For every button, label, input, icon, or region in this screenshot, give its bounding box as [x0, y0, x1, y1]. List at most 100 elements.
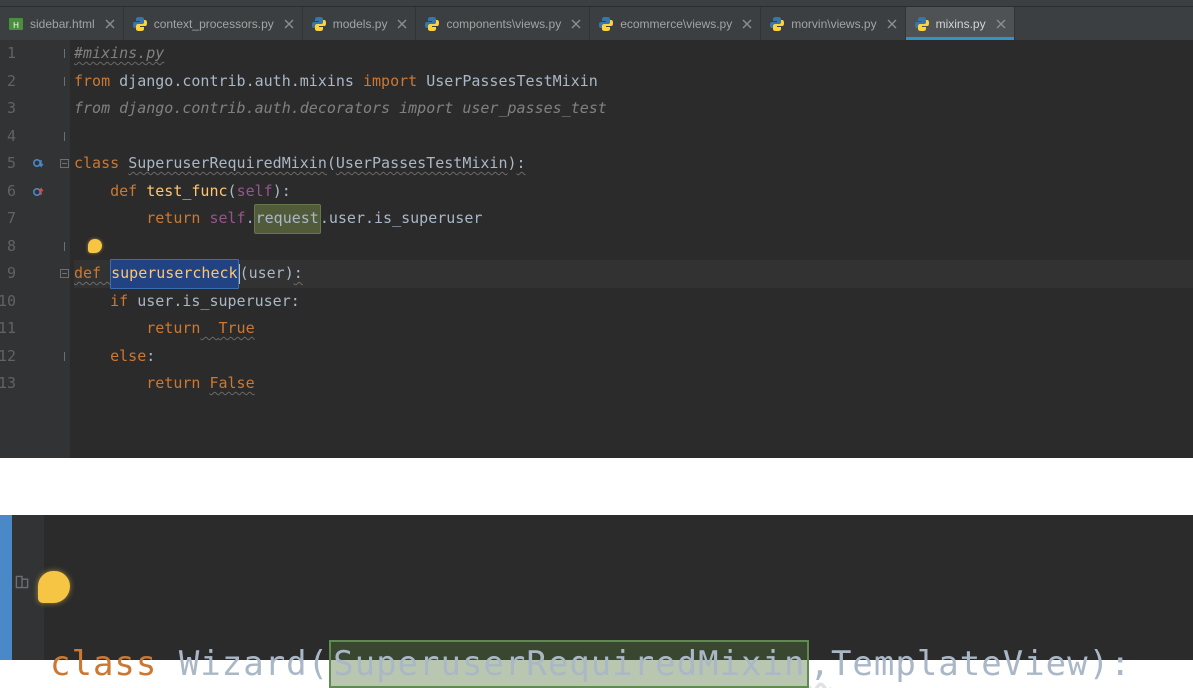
- line-number[interactable]: 10: [0, 288, 48, 316]
- code-token: def: [74, 260, 110, 288]
- code-token: return: [146, 315, 200, 343]
- code-token: UserPassesTestMixin: [336, 150, 508, 178]
- tab-label: components\views.py: [446, 17, 561, 31]
- code-token: self: [209, 205, 245, 233]
- code-token: self: [237, 178, 273, 206]
- code-line[interactable]: [74, 233, 1193, 261]
- close-tab-icon[interactable]: [103, 17, 117, 31]
- line-number-value: 2: [0, 68, 16, 96]
- code-token: #mixins.py: [74, 40, 164, 68]
- code-line[interactable]: #mixins.py: [74, 40, 1193, 68]
- close-tab-icon[interactable]: [569, 17, 583, 31]
- line-number-value: 7: [0, 205, 16, 233]
- tab-morvin-views-py[interactable]: morvin\views.py: [761, 7, 905, 40]
- line-number[interactable]: 1: [0, 40, 48, 68]
- code-line[interactable]: if user.is_superuser:: [74, 288, 1193, 316]
- intention-bulb-icon[interactable]: [88, 239, 102, 253]
- close-tab-icon[interactable]: [994, 17, 1008, 31]
- code-token: if: [110, 288, 137, 316]
- tab-context_processors-py[interactable]: context_processors.py: [124, 7, 303, 40]
- python-file-icon: [424, 16, 440, 32]
- code-token: def: [110, 178, 146, 206]
- line-number-value: 8: [0, 233, 16, 261]
- line-number[interactable]: 13: [0, 370, 48, 398]
- line-number-value: 3: [0, 95, 16, 123]
- line-number[interactable]: 2: [0, 68, 48, 96]
- line-number[interactable]: 12: [0, 343, 48, 371]
- line-number-value: 10: [0, 288, 16, 316]
- line-number[interactable]: 4: [0, 123, 48, 151]
- code-token: (: [228, 178, 237, 206]
- code-line[interactable]: def test_func(self):: [74, 178, 1193, 206]
- fold-toggle-icon[interactable]: [58, 123, 70, 151]
- code-line[interactable]: from django.contrib.auth.decorators impo…: [74, 95, 1193, 123]
- overrides-icon[interactable]: [32, 158, 44, 170]
- tab-ecommerce-views-py[interactable]: ecommerce\views.py: [590, 7, 761, 40]
- fold-toggle-icon[interactable]: [58, 150, 70, 178]
- line-number[interactable]: 7: [0, 205, 48, 233]
- code-token: user_passes_test: [462, 95, 607, 123]
- code-token: SuperuserRequiredMixin: [329, 640, 809, 688]
- tab-components-views-py[interactable]: components\views.py: [416, 7, 590, 40]
- tab-mixins-py[interactable]: mixins.py: [906, 7, 1015, 40]
- close-tab-icon[interactable]: [395, 17, 409, 31]
- code-token: (user): [240, 260, 294, 288]
- tab-models-py[interactable]: models.py: [303, 7, 417, 40]
- code-token: True: [219, 315, 255, 343]
- line-number[interactable]: 9: [0, 260, 48, 288]
- tab-bar: sidebar.html context_processors.py models.…: [0, 7, 1193, 40]
- code-line[interactable]: return True: [74, 315, 1193, 343]
- code-token: test_func: [146, 178, 227, 206]
- code-token: [74, 370, 146, 398]
- fold-toggle-icon[interactable]: [58, 40, 70, 68]
- code-line[interactable]: [74, 123, 1193, 151]
- python-file-icon: [914, 16, 930, 32]
- intention-bulb-icon[interactable]: [38, 571, 70, 603]
- close-tab-icon[interactable]: [740, 17, 754, 31]
- tab-sidebar-html[interactable]: sidebar.html: [0, 7, 124, 40]
- line-number-value: 9: [0, 260, 16, 288]
- code-token: from: [74, 68, 119, 96]
- fold-toggle-icon[interactable]: [58, 260, 70, 288]
- overridden-icon[interactable]: [32, 185, 44, 197]
- code-token: request: [254, 204, 321, 234]
- code-area[interactable]: #mixins.pyfrom django.contrib.auth.mixin…: [70, 40, 1193, 458]
- line-number[interactable]: 6: [0, 178, 48, 206]
- code-token: superusercheck: [110, 259, 238, 289]
- python-file-icon: [598, 16, 614, 32]
- line-number[interactable]: 3: [0, 95, 48, 123]
- code-line[interactable]: from django.contrib.auth.mixins import U…: [74, 68, 1193, 96]
- line-number-value: 5: [0, 150, 16, 178]
- code-line[interactable]: return False: [74, 370, 1193, 398]
- code-editor[interactable]: 12345678910111213 #mixins.pyfrom django.…: [0, 40, 1193, 458]
- fold-toggle-icon[interactable]: [58, 68, 70, 96]
- code-token: ): [508, 150, 517, 178]
- code-token: [74, 343, 110, 371]
- fold-strip[interactable]: [58, 40, 70, 458]
- close-tab-icon[interactable]: [885, 17, 899, 31]
- code-token: import: [363, 68, 426, 96]
- code-line[interactable]: class SuperuserRequiredMixin(UserPassesT…: [74, 150, 1193, 178]
- image-gap: [0, 458, 1193, 515]
- line-number-gutter: 12345678910111213: [0, 40, 58, 458]
- code-token: ):: [273, 178, 291, 206]
- code-line[interactable]: return self.request.user.is_superuser: [74, 205, 1193, 233]
- code-line[interactable]: def superusercheck(user):: [74, 260, 1193, 288]
- code-line[interactable]: else:: [74, 343, 1193, 371]
- close-tab-icon[interactable]: [282, 17, 296, 31]
- editor-pane-bottom: class Wizard(SuperuserRequiredMixin,Temp…: [0, 515, 1193, 660]
- code-token: [74, 315, 146, 343]
- line-number[interactable]: 5: [0, 150, 48, 178]
- code-token: SuperuserRequiredMixin: [128, 150, 327, 178]
- fold-toggle-icon[interactable]: [58, 343, 70, 371]
- line-number[interactable]: 8: [0, 233, 48, 261]
- tab-label: mixins.py: [936, 17, 986, 31]
- code-token: django.contrib.auth.decorators: [119, 95, 399, 123]
- editor-pane-top: sidebar.html context_processors.py models.…: [0, 0, 1193, 458]
- line-number[interactable]: 11: [0, 315, 48, 343]
- python-file-icon: [769, 16, 785, 32]
- line-number-value: 12: [0, 343, 16, 371]
- fold-handle-icon[interactable]: [15, 575, 29, 593]
- tab-label: context_processors.py: [154, 17, 274, 31]
- fold-toggle-icon[interactable]: [58, 233, 70, 261]
